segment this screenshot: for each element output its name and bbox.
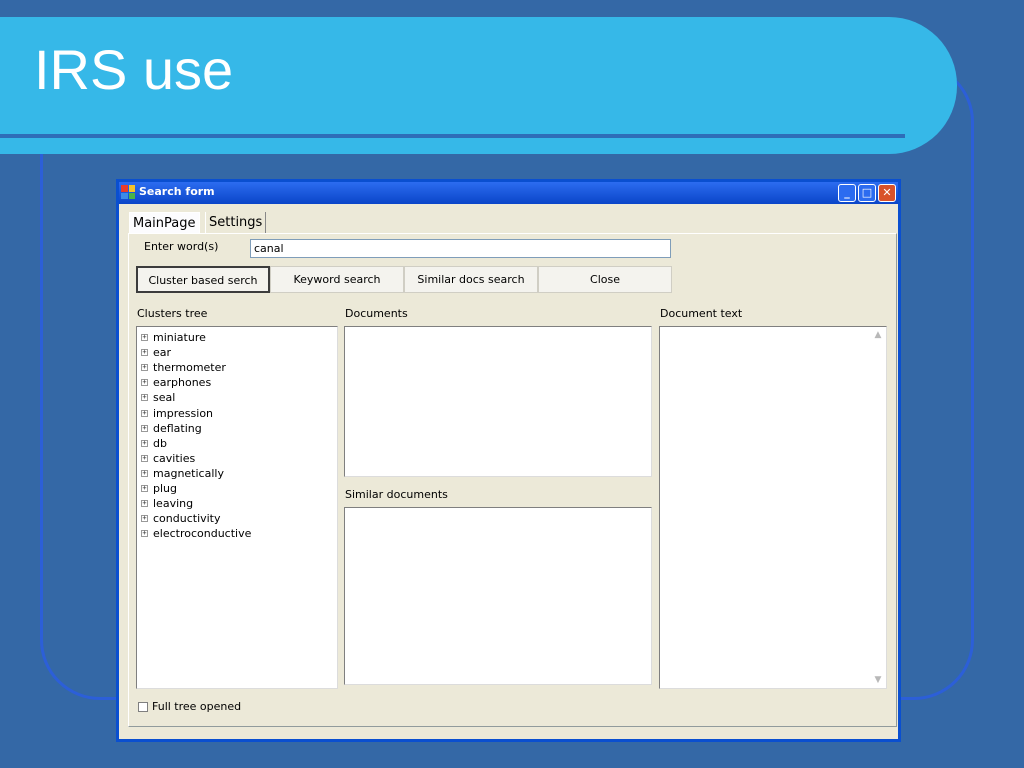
tree-item[interactable]: + db xyxy=(141,436,337,451)
expand-plus-icon[interactable]: + xyxy=(141,469,148,477)
tree-item-label: seal xyxy=(153,391,176,405)
tree-item[interactable]: + conductivity xyxy=(141,511,337,526)
slide-title-underline xyxy=(0,134,905,138)
expand-plus-icon[interactable]: + xyxy=(141,515,148,523)
tree-item[interactable]: + leaving xyxy=(141,496,337,511)
tree-item-label: cavities xyxy=(153,451,196,465)
tree-item[interactable]: + plug xyxy=(141,481,337,496)
close-button[interactable]: Close xyxy=(538,266,672,293)
maximize-button[interactable]: □ xyxy=(858,184,876,202)
app-icon xyxy=(121,185,135,199)
tree-item[interactable]: + electroconductive xyxy=(141,526,337,541)
tree-item[interactable]: + magnetically xyxy=(141,466,337,481)
tree-item[interactable]: + seal xyxy=(141,390,337,405)
cluster-search-button[interactable]: Cluster based serch xyxy=(136,266,270,293)
similar-documents-label: Similar documents xyxy=(345,488,448,501)
expand-plus-icon[interactable]: + xyxy=(141,409,148,417)
tree-item-label: conductivity xyxy=(153,512,221,526)
expand-plus-icon[interactable]: + xyxy=(141,530,148,538)
expand-plus-icon[interactable]: + xyxy=(141,394,148,402)
documents-list[interactable] xyxy=(344,326,652,477)
enter-words-label: Enter word(s) xyxy=(144,240,219,253)
clusters-tree-list: + miniature + ear + thermometer + earphones + sea… xyxy=(137,327,337,541)
scroll-down-arrow-icon[interactable]: ▼ xyxy=(872,674,884,686)
expand-plus-icon[interactable]: + xyxy=(141,379,148,387)
document-text-area[interactable]: ▲ ▼ xyxy=(659,326,887,689)
full-tree-label: Full tree opened xyxy=(152,700,242,713)
tree-item-label: thermometer xyxy=(153,361,226,375)
tree-item[interactable]: + earphones xyxy=(141,375,337,390)
similar-docs-search-button[interactable]: Similar docs search xyxy=(404,266,538,293)
expand-plus-icon[interactable]: + xyxy=(141,364,148,372)
expand-plus-icon[interactable]: + xyxy=(141,439,148,447)
expand-plus-icon[interactable]: + xyxy=(141,454,148,462)
clusters-tree-label: Clusters tree xyxy=(137,307,208,320)
document-text-label: Document text xyxy=(660,307,743,320)
tree-item-label: impression xyxy=(153,406,214,420)
tree-item[interactable]: + thermometer xyxy=(141,360,337,375)
expand-plus-icon[interactable]: + xyxy=(141,334,148,342)
keyword-search-button[interactable]: Keyword search xyxy=(270,266,404,293)
tree-item[interactable]: + deflating xyxy=(141,421,337,436)
tree-item-label: deflating xyxy=(153,421,202,435)
tree-item-label: db xyxy=(153,436,167,450)
documents-label: Documents xyxy=(345,307,408,320)
close-window-button[interactable]: ✕ xyxy=(878,184,896,202)
tree-item-label: leaving xyxy=(153,497,194,511)
search-form-window: Search form _ □ ✕ MainPage Settings Ente… xyxy=(116,179,901,742)
tree-item-label: earphones xyxy=(153,376,212,390)
tab-mainpage[interactable]: MainPage xyxy=(129,212,200,234)
tree-item-label: magnetically xyxy=(153,466,224,480)
window-title: Search form xyxy=(139,185,215,198)
expand-plus-icon[interactable]: + xyxy=(141,349,148,357)
minimize-button[interactable]: _ xyxy=(838,184,856,202)
tree-item[interactable]: + miniature xyxy=(141,330,337,345)
tree-item[interactable]: + cavities xyxy=(141,451,337,466)
tree-item[interactable]: + ear xyxy=(141,345,337,360)
expand-plus-icon[interactable]: + xyxy=(141,424,148,432)
similar-documents-list[interactable] xyxy=(344,507,652,685)
tree-item-label: electroconductive xyxy=(153,527,252,541)
slide-title: IRS use xyxy=(34,38,234,101)
tree-item[interactable]: + impression xyxy=(141,405,337,420)
window-titlebar[interactable]: Search form _ □ ✕ xyxy=(119,182,898,204)
scroll-up-arrow-icon[interactable]: ▲ xyxy=(872,329,884,341)
expand-plus-icon[interactable]: + xyxy=(141,484,148,492)
tab-settings[interactable]: Settings xyxy=(205,212,267,233)
form-client-area: MainPage Settings Enter word(s) Cluster … xyxy=(119,204,898,739)
full-tree-checkbox[interactable] xyxy=(138,702,148,712)
clusters-tree[interactable]: + miniature + ear + thermometer + earphones + sea… xyxy=(136,326,338,689)
tree-item-label: plug xyxy=(153,481,177,495)
tree-item-label: miniature xyxy=(153,331,206,345)
expand-plus-icon[interactable]: + xyxy=(141,500,148,508)
tree-item-label: ear xyxy=(153,346,172,360)
search-input[interactable] xyxy=(250,239,671,258)
